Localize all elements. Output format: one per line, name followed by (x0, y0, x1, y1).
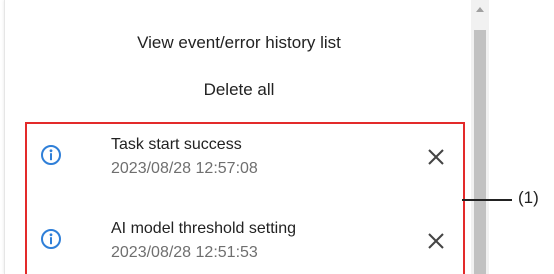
callout-leader-line (462, 199, 512, 201)
close-icon[interactable] (426, 147, 446, 167)
delete-all-menu-item[interactable]: Delete all (5, 80, 473, 100)
close-icon[interactable] (426, 231, 446, 251)
event-title: Task start success (111, 136, 242, 153)
event-list-item[interactable]: Task start success 2023/08/28 12:57:08 (27, 130, 463, 198)
event-menu-panel: View event/error history list Delete all… (4, 0, 489, 274)
event-timestamp: 2023/08/28 12:57:08 (111, 160, 258, 177)
scroll-up-arrow-icon[interactable] (471, 0, 489, 18)
vertical-scrollbar[interactable] (471, 0, 489, 274)
callout-label: (1) (518, 188, 539, 207)
screenshot-stage: View event/error history list Delete all… (0, 0, 554, 274)
event-timestamp: 2023/08/28 12:51:53 (111, 244, 258, 261)
scrollbar-thumb[interactable] (474, 30, 486, 274)
info-icon (40, 144, 62, 166)
event-list-highlight: Task start success 2023/08/28 12:57:08 A… (25, 122, 465, 274)
info-icon (40, 228, 62, 250)
view-event-history-menu-item[interactable]: View event/error history list (5, 33, 473, 53)
event-list-item[interactable]: AI model threshold setting 2023/08/28 12… (27, 214, 463, 274)
event-title: AI model threshold setting (111, 220, 296, 237)
